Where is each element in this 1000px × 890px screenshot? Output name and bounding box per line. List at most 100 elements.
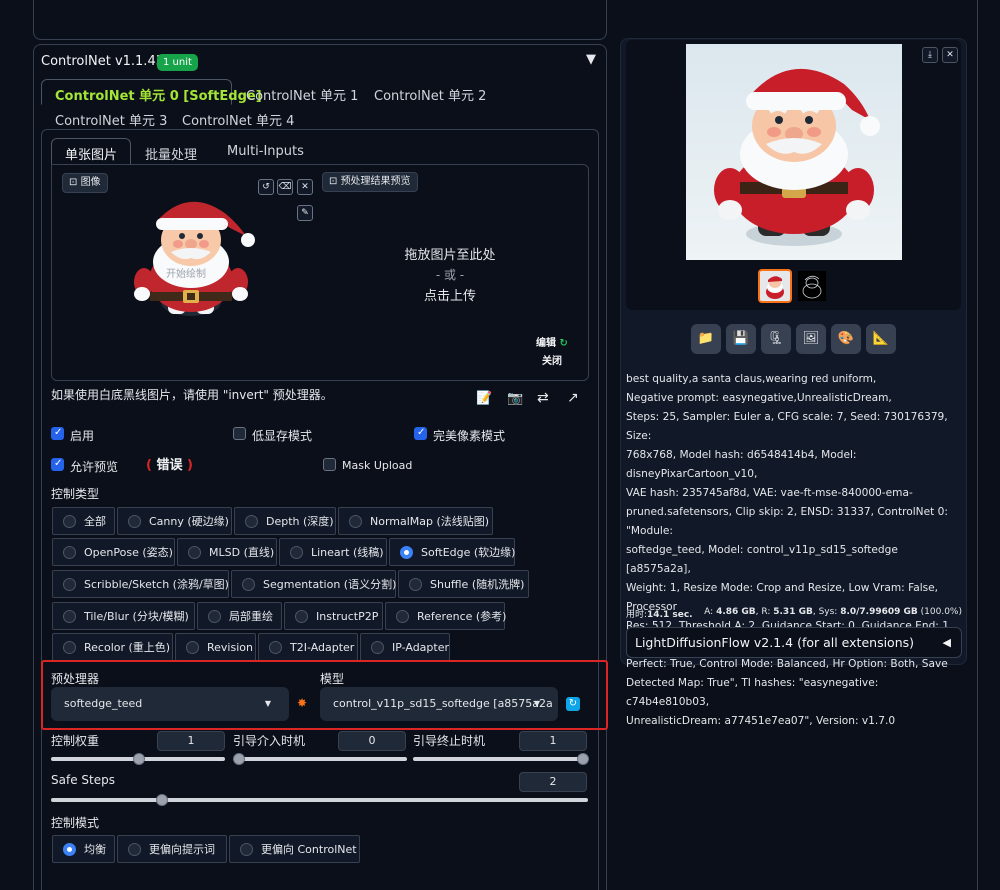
image-icon: ⊡ <box>69 177 81 188</box>
radio <box>186 640 199 654</box>
control-type-openpose[interactable]: OpenPose (姿态) <box>52 538 175 566</box>
guidance-start-input[interactable]: 0 <box>338 731 406 751</box>
control-type-softedge[interactable]: SoftEdge (软边缘) <box>389 538 515 566</box>
unit-count-badge: 1 unit <box>157 54 198 71</box>
control-mode-prompt[interactable]: 更偏向提示词 <box>117 835 227 863</box>
control-type-normalmap[interactable]: NormalMap (法线贴图) <box>338 507 493 535</box>
control-type-recolor[interactable]: Recolor (重上色) <box>52 633 173 661</box>
control-type-depth[interactable]: Depth (深度) <box>234 507 336 535</box>
upload-drop-text[interactable]: 拖放图片至此处 <box>380 244 520 263</box>
lightdiffusionflow-accordion[interactable]: LightDiffusionFlow v2.1.4 (for all exten… <box>626 627 962 658</box>
top-panel-frame <box>33 0 607 40</box>
tab-unit-0[interactable]: ControlNet 单元 0 [SoftEdge] <box>55 85 262 104</box>
vram-usage: A: 4.86 GB, R: 5.31 GB, Sys: 8.0/7.99609… <box>704 607 962 617</box>
thumbnail-santa-image <box>766 276 784 299</box>
send-to-img2img-icon[interactable]: 🖼 <box>796 324 826 354</box>
pixel-perfect-label: 完美像素模式 <box>433 429 506 443</box>
invert-hint: 如果使用白底黑线图片，请使用 "invert" 预处理器。 <box>51 388 333 402</box>
send-dimensions-icon[interactable]: ↗ <box>567 390 579 406</box>
preprocessor-dropdown[interactable]: softedge_teed ▼ <box>51 687 289 721</box>
run-preprocessor-icon[interactable]: ✸ <box>297 696 307 710</box>
model-label: 模型 <box>320 672 345 686</box>
guidance-start-slider-thumb[interactable] <box>233 753 245 765</box>
control-type-ip-adapter[interactable]: IP-Adapter <box>360 633 450 661</box>
safe-steps-input[interactable]: 2 <box>519 772 587 792</box>
control-type-canny[interactable]: Canny (硬边缘) <box>117 507 232 535</box>
tab-unit-4[interactable]: ControlNet 单元 4 <box>182 110 294 129</box>
control-type-scribble[interactable]: Scribble/Sketch (涂鸦/草图) <box>52 570 229 598</box>
thumbnail-edge-map <box>802 275 822 299</box>
control-mode-controlnet[interactable]: 更偏向 ControlNet <box>229 835 360 863</box>
tab-unit-2[interactable]: ControlNet 单元 2 <box>374 85 486 104</box>
control-type-shuffle[interactable]: Shuffle (随机洗牌) <box>398 570 529 598</box>
open-folder-icon[interactable]: 📁 <box>691 324 721 354</box>
control-type-inpaint[interactable]: 局部重绘 <box>197 602 282 630</box>
control-type-reference[interactable]: Reference (参考) <box>385 602 506 630</box>
upload-click-text[interactable]: 点击上传 <box>380 285 520 304</box>
model-dropdown[interactable]: control_v11p_sd15_softedge [a8575a2a ▼ <box>320 687 558 721</box>
download-icon[interactable]: ⤓ <box>922 47 938 63</box>
info-line: VAE hash: 235745af8d, VAE: vae-ft-mse-84… <box>626 487 913 499</box>
tab-batch[interactable]: 批量处理 <box>145 144 197 163</box>
guidance-end-slider-thumb[interactable] <box>577 753 589 765</box>
safe-steps-slider-track[interactable] <box>51 798 588 802</box>
tab-unit-3[interactable]: ControlNet 单元 3 <box>55 110 167 129</box>
close-icon[interactable]: ✕ <box>297 179 313 195</box>
tab-unit-1[interactable]: ControlNet 单元 1 <box>246 85 358 104</box>
info-line: pruned.safetensors, Clip skip: 2, ENSD: … <box>626 506 948 537</box>
control-type-instructp2p[interactable]: InstructP2P <box>284 602 383 630</box>
radio <box>128 514 141 528</box>
send-to-extras-icon[interactable]: 📐 <box>866 324 896 354</box>
notepad-icon[interactable]: 📝 <box>476 391 492 406</box>
mask-upload-label: Mask Upload <box>342 459 413 472</box>
santa-input-image <box>134 201 255 316</box>
close-gallery-icon[interactable]: ✕ <box>942 47 958 63</box>
weight-input[interactable]: 1 <box>157 731 225 751</box>
control-type-t2i-adapter[interactable]: T2I-Adapter <box>258 633 358 661</box>
santa-output-image[interactable] <box>686 44 902 260</box>
weight-slider-thumb[interactable] <box>133 753 145 765</box>
swap-icon[interactable]: ⇄ <box>537 390 549 406</box>
brush-icon[interactable]: ✎ <box>297 205 313 221</box>
close-edit-button[interactable]: 关闭 <box>542 352 562 367</box>
timing-info: 用时:14.1 sec. A: 4.86 GB, R: 5.31 GB, Sys… <box>626 607 962 620</box>
allow-preview-checkbox[interactable] <box>51 458 64 471</box>
low-vram-checkbox[interactable] <box>233 427 246 440</box>
control-type-all[interactable]: 全部 <box>52 507 115 535</box>
collapse-icon[interactable]: ▼ <box>586 52 596 67</box>
camera-icon[interactable]: 📷 <box>507 391 523 406</box>
pixel-perfect-checkbox[interactable] <box>414 427 427 440</box>
save-icon[interactable]: 💾 <box>726 324 756 354</box>
enable-checkbox[interactable] <box>51 427 64 440</box>
thumbnail-output[interactable] <box>758 269 792 303</box>
radio-selected <box>63 842 76 856</box>
thumbnail-softedge[interactable] <box>798 271 826 301</box>
send-to-inpaint-icon[interactable]: 🎨 <box>831 324 861 354</box>
radio <box>188 545 201 559</box>
controlnet-title[interactable]: ControlNet v1.1.438 <box>41 54 172 69</box>
tab-multi-inputs[interactable]: Multi-Inputs <box>227 144 304 159</box>
radio <box>128 842 141 856</box>
control-type-lineart[interactable]: Lineart (线稿) <box>279 538 387 566</box>
safe-steps-slider-thumb[interactable] <box>156 794 168 806</box>
control-mode-balanced[interactable]: 均衡 <box>52 835 115 863</box>
edit-button[interactable]: 编辑 ↻ <box>536 334 568 349</box>
image-label: ⊡ 图像 <box>62 173 108 193</box>
control-type-segmentation[interactable]: Segmentation (语义分割) <box>231 570 396 598</box>
tab-single-image[interactable]: 单张图片 <box>65 144 117 163</box>
eraser-icon[interactable]: ⌫ <box>277 179 293 195</box>
guidance-start-slider-track[interactable] <box>233 757 407 761</box>
generation-info: best quality,a santa claus,wearing red u… <box>626 370 964 731</box>
mask-upload-checkbox[interactable] <box>323 458 336 471</box>
control-type-mlsd[interactable]: MLSD (直线) <box>177 538 277 566</box>
guidance-end-input[interactable]: 1 <box>519 731 587 751</box>
expand-icon: ◀ <box>942 636 951 649</box>
zip-icon[interactable]: 🗜 <box>761 324 791 354</box>
control-type-revision[interactable]: Revision <box>175 633 256 661</box>
control-type-tile[interactable]: Tile/Blur (分块/模糊) <box>52 602 195 630</box>
refresh-models-icon[interactable]: ↻ <box>566 697 580 711</box>
info-line: UnrealisticDream: a77451e7ea07", Version… <box>626 715 896 727</box>
guidance-end-slider-track[interactable] <box>413 757 588 761</box>
radio <box>63 545 76 559</box>
undo-icon[interactable]: ↺ <box>258 179 274 195</box>
